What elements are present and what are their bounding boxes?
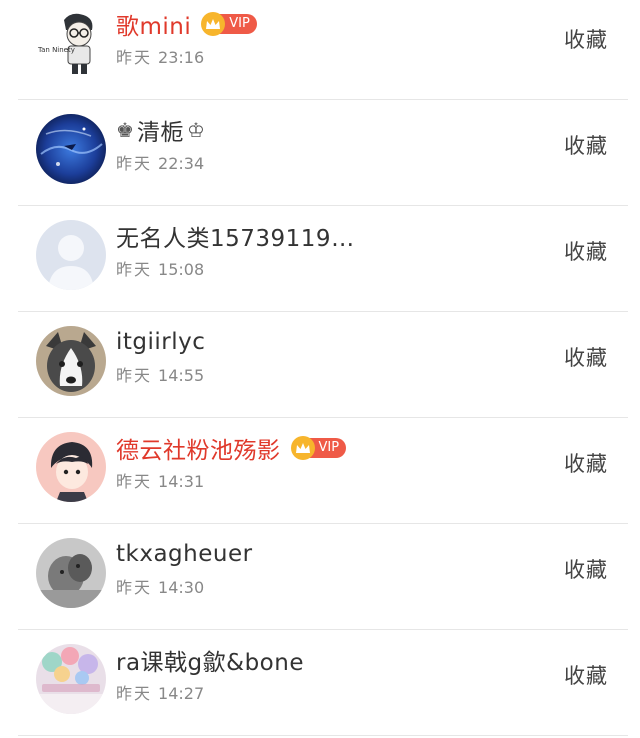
- divider: [18, 735, 628, 736]
- timestamp: 昨天 15:08: [116, 260, 205, 279]
- balloons-avatar-icon: [36, 644, 106, 714]
- favorite-button[interactable]: 收藏: [564, 130, 608, 160]
- favorite-button[interactable]: 收藏: [564, 24, 608, 54]
- default-user-avatar-icon: [36, 220, 106, 290]
- night-sky-avatar-icon: [36, 114, 106, 184]
- name-line: 无名人类15739119…: [116, 220, 355, 252]
- avatar[interactable]: [36, 644, 106, 714]
- favorite-button[interactable]: 收藏: [564, 342, 608, 372]
- favorite-button[interactable]: 收藏: [564, 448, 608, 478]
- user-name[interactable]: 无名人类15739119…: [116, 219, 355, 253]
- crown-icon: [290, 436, 315, 460]
- grayscale-photo-avatar-icon: [36, 538, 106, 608]
- cartoon-boy-avatar-icon: Tan Ninety: [36, 8, 106, 78]
- favorite-button[interactable]: 收藏: [564, 660, 608, 690]
- user-name[interactable]: 清栀: [137, 113, 184, 147]
- timestamp: 昨天 22:34: [116, 154, 205, 173]
- list-item[interactable]: itgiirlyc 昨天 14:55 收藏: [0, 312, 640, 418]
- avatar[interactable]: [36, 114, 106, 184]
- user-name[interactable]: ra课戟g歙&bone: [116, 643, 304, 677]
- user-name[interactable]: 歌mini: [116, 7, 191, 41]
- vip-badge: VIP: [201, 12, 257, 36]
- timestamp: 昨天 23:16: [116, 48, 205, 67]
- list-item[interactable]: tkxagheuer 昨天 14:30 收藏: [0, 524, 640, 630]
- list-item[interactable]: ♚ 清栀 ♔ 昨天 22:34 收藏: [0, 100, 640, 206]
- user-name[interactable]: 德云社粉池殇影: [116, 431, 281, 465]
- avatar[interactable]: [36, 432, 106, 502]
- favorite-button[interactable]: 收藏: [564, 554, 608, 584]
- list-item[interactable]: 德云社粉池殇影 VIP 昨天 14:31 收藏: [0, 418, 640, 524]
- avatar[interactable]: Tan Ninety: [36, 8, 106, 78]
- name-line: 德云社粉池殇影 VIP: [116, 431, 347, 465]
- timestamp: 昨天 14:27: [116, 684, 205, 703]
- user-name[interactable]: itgiirlyc: [116, 329, 205, 355]
- vip-badge: VIP: [290, 436, 347, 460]
- name-line: ra课戟g歙&bone: [116, 644, 304, 676]
- favorite-button[interactable]: 收藏: [564, 236, 608, 266]
- avatar[interactable]: [36, 538, 106, 608]
- timestamp: 昨天 14:30: [116, 578, 205, 597]
- list-item[interactable]: Tan Ninety 歌mini VIP 昨天 23:16 收藏: [0, 0, 640, 100]
- name-line: itgiirlyc: [116, 326, 205, 358]
- timestamp: 昨天 14:55: [116, 366, 205, 385]
- list-item[interactable]: 无名人类15739119… 昨天 15:08 收藏: [0, 206, 640, 312]
- crown-black-icon: ♚: [116, 118, 134, 142]
- avatar[interactable]: [36, 220, 106, 290]
- avatar-handwriting: Tan Ninety: [37, 46, 75, 54]
- avatar[interactable]: [36, 326, 106, 396]
- crown-white-icon: ♔: [186, 118, 205, 142]
- timestamp: 昨天 14:31: [116, 472, 205, 491]
- name-line: 歌mini VIP: [116, 8, 257, 40]
- husky-dog-avatar-icon: [36, 326, 106, 396]
- user-name[interactable]: tkxagheuer: [116, 541, 253, 567]
- list-item[interactable]: ra课戟g歙&bone 昨天 14:27 收藏: [0, 630, 640, 736]
- user-list: Tan Ninety 歌mini VIP 昨天 23:16 收藏 ♚ 清栀 ♔ …: [0, 0, 640, 738]
- name-line: tkxagheuer: [116, 538, 253, 570]
- anime-boy-avatar-icon: [36, 432, 106, 502]
- name-line: ♚ 清栀 ♔: [116, 114, 205, 146]
